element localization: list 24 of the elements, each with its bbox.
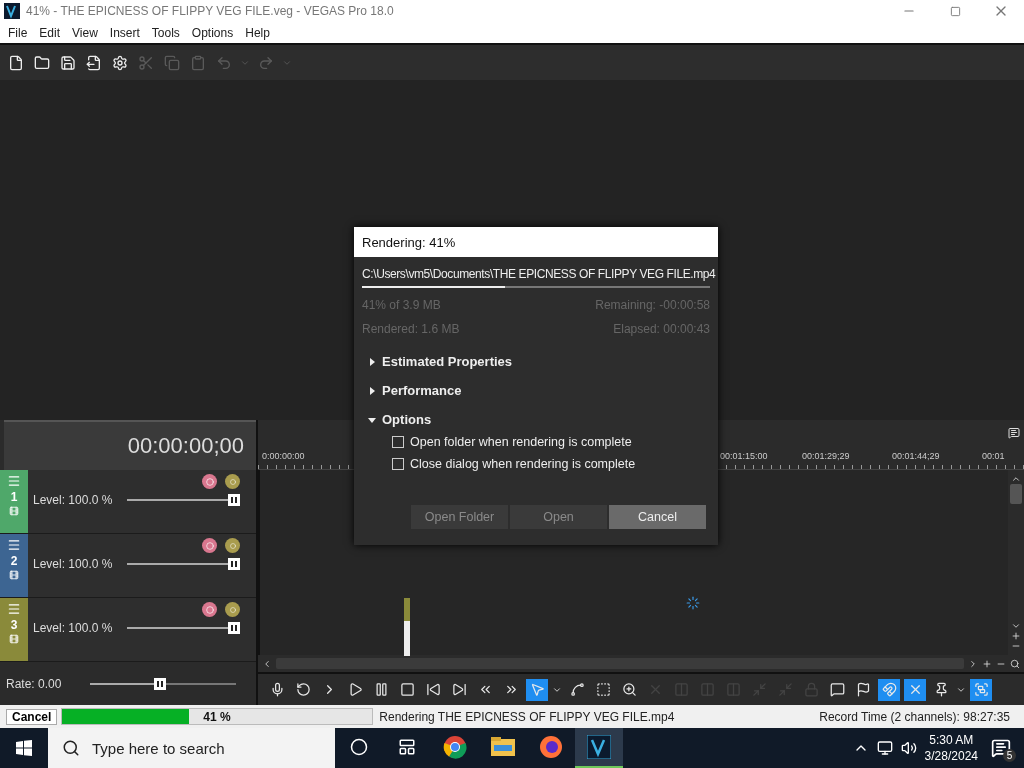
record-time: Record Time (2 channels): 98:27:35 [819,709,1010,724]
progress-percent: 41 % [203,709,231,724]
checkbox-label: Open folder when rendering is complete [410,435,632,449]
ruler-label: 00:01:15:00 [720,451,768,461]
dialog-title: Rendering: 41% [354,227,718,257]
level-label: Level: 100.0 % [33,493,113,507]
track-number: 3 [10,618,18,632]
output-path: C:\Users\vm5\Documents\THE EPICNESS OF FLIPPY VEG FILE.mp4 [362,267,716,281]
track-number: 2 [10,554,18,568]
ruler-label: 00:01 [982,451,1005,461]
rate-label: Rate: 0.00 [6,676,63,691]
time-display: 00:00:00;00 [127,433,244,459]
stat-text: Remaining: -00:00:58 [595,298,710,312]
ruler-label: 00:01:44;29 [892,451,940,461]
window-title: 41% - THE EPICNESS OF FLIPPY VEG FILE.veg - VEGAS Pro 18.0 [26,4,395,18]
ruler-label: 0:00:00:00 [262,451,305,461]
checkbox-label: Close dialog when rendering is complete [410,457,636,471]
ruler-label: 00:01:29;29 [802,451,850,461]
stat-text: Elapsed: 00:00:43 [613,322,710,336]
level-label: Level: 100.0 % [33,557,113,571]
level-label: Level: 100.0 % [33,621,113,635]
status-message: Rendering THE EPICNESS OF FLIPPY VEG FILE.mp4 [379,709,676,724]
track-number: 1 [10,490,18,504]
stat-text: Rendered: 1.6 MB [362,322,460,336]
